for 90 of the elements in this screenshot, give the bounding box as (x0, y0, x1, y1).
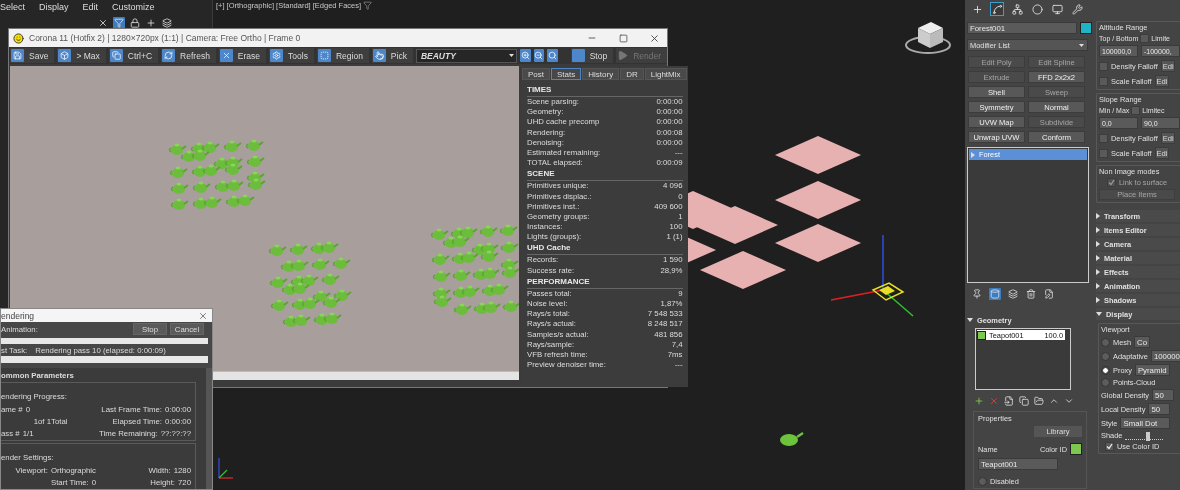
copy-icon[interactable] (1018, 395, 1030, 407)
view-cube-drawing[interactable] (905, 22, 951, 54)
checkbox[interactable] (1099, 133, 1108, 143)
radio-button[interactable] (1101, 365, 1110, 375)
slider-thumb[interactable] (1146, 431, 1151, 441)
section-heading: SCENE (527, 168, 683, 182)
tab[interactable]: Post (522, 68, 550, 80)
circle-icon[interactable] (1030, 2, 1044, 16)
dashed-square-icon (317, 49, 331, 62)
checkbox[interactable] (1105, 442, 1114, 451)
expand-arrow-icon[interactable] (1096, 283, 1100, 289)
refresh-icon (162, 49, 176, 62)
shade-slider[interactable] (1125, 431, 1164, 440)
settings-icon (270, 49, 284, 62)
toolbar-button[interactable]: > Max (57, 48, 106, 63)
expand-arrow-icon[interactable] (1096, 297, 1100, 303)
cylinder-icon[interactable] (989, 288, 1001, 300)
teapot-drawing (780, 431, 804, 446)
tab[interactable]: LightMix (644, 68, 687, 80)
wrench-icon[interactable] (1070, 2, 1084, 16)
hierarchy-icon[interactable] (1010, 2, 1024, 16)
filter-icon[interactable] (363, 1, 373, 10)
expand-arrow-icon[interactable] (1096, 312, 1102, 316)
menu-item[interactable]: Edit (82, 2, 99, 12)
box-icon (58, 49, 72, 62)
lock-icon[interactable] (129, 17, 141, 29)
close-icon (219, 49, 233, 62)
curve-icon[interactable] (990, 2, 1004, 16)
caret-icon[interactable] (1079, 43, 1084, 47)
radio-button[interactable] (1101, 378, 1110, 387)
section-heading: UHD Cache (527, 242, 683, 256)
edit-icon[interactable] (1043, 288, 1055, 300)
tab[interactable]: Stats (551, 68, 582, 80)
close-icon[interactable] (97, 17, 109, 29)
expand-arrow-icon[interactable] (1096, 241, 1100, 247)
toolbar-button[interactable]: Tools (269, 48, 314, 63)
object-color-swatch[interactable] (1080, 22, 1092, 34)
menu-item[interactable]: Customize (112, 2, 155, 12)
expand-arrow-icon[interactable] (1096, 269, 1100, 275)
play-icon (617, 50, 629, 61)
section-heading: TIMES (527, 84, 683, 97)
pointer-icon (372, 49, 386, 62)
axis-tripod-icon (218, 457, 234, 479)
stop-button[interactable]: Stop (570, 48, 614, 63)
layers-icon[interactable] (161, 17, 173, 29)
save-icon (11, 49, 24, 62)
checkbox[interactable] (1099, 76, 1108, 86)
dialog-title: endering (1, 310, 35, 321)
expand-arrow-icon[interactable] (967, 318, 973, 322)
radio-button[interactable] (978, 477, 987, 486)
tab[interactable]: DR (620, 68, 644, 80)
zoom-out-icon[interactable] (533, 49, 545, 62)
toolbar-button[interactable]: Refresh (161, 48, 216, 63)
color-id-swatch[interactable] (1070, 443, 1082, 455)
menu-item[interactable]: Display (39, 2, 69, 12)
search-icon[interactable] (547, 49, 558, 62)
expand-arrow-icon[interactable] (1096, 227, 1100, 233)
zoom-in-icon[interactable] (520, 49, 531, 62)
toolbar-button[interactable]: Region (316, 48, 369, 63)
smiley-icon (13, 32, 24, 44)
toolbar-button[interactable]: Ctrl+C (108, 48, 159, 63)
radio-button[interactable] (1101, 351, 1110, 361)
tab[interactable]: History (582, 68, 620, 80)
toolbar-button[interactable]: Save (10, 48, 55, 63)
toolbar-button[interactable]: Pick (371, 48, 413, 63)
plus-icon[interactable] (973, 395, 985, 407)
checkbox[interactable] (1140, 34, 1150, 43)
checkbox[interactable] (1131, 106, 1141, 115)
checkbox[interactable] (1099, 61, 1108, 71)
monitor-icon[interactable] (1050, 2, 1064, 16)
copy-icon (109, 49, 123, 62)
folder-icon[interactable] (1033, 395, 1045, 407)
expand-arrow-icon[interactable] (1096, 255, 1100, 261)
close-icon[interactable] (198, 310, 208, 321)
checkbox[interactable] (1099, 148, 1108, 158)
trash-icon[interactable] (1025, 288, 1037, 300)
transform-gizmo-drawing[interactable] (830, 234, 914, 317)
channel-dropdown[interactable]: BEAUTY (415, 48, 518, 63)
radio-button[interactable] (1101, 337, 1110, 347)
expand-arrow-icon[interactable] (1096, 213, 1100, 219)
plus-icon[interactable] (145, 17, 157, 29)
file-icon[interactable] (1003, 395, 1015, 407)
toolbar-button[interactable]: Erase (218, 48, 267, 63)
section-heading: PERFORMANCE (527, 275, 683, 289)
pin-icon[interactable] (971, 288, 983, 300)
menu-item[interactable]: Select (0, 2, 25, 12)
layers-icon[interactable] (1007, 288, 1019, 300)
square-icon (571, 49, 585, 62)
window-title: Corona 11 (Hotfix 2) | 1280×720px (1:1) | Camera: Free Ortho | Frame 0 (29, 33, 302, 43)
caret-icon[interactable] (509, 54, 515, 57)
